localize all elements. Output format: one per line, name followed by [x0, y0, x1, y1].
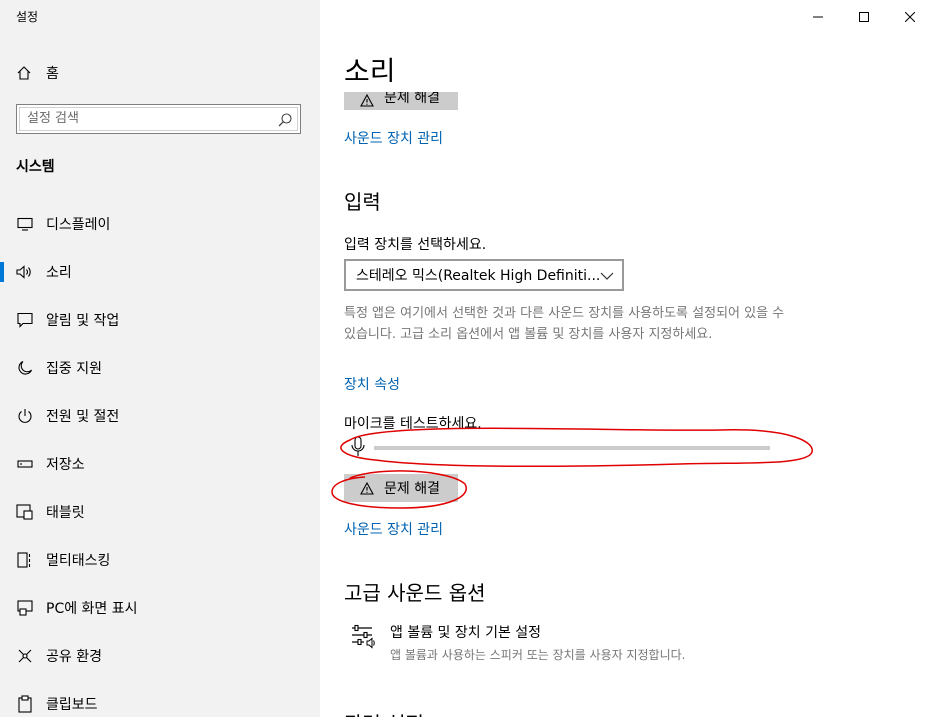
clipboard-icon: [16, 695, 34, 713]
minimize-icon: [813, 7, 823, 26]
section-title: 시스템: [16, 159, 55, 175]
sidebar-item-label: 멀티태스킹: [46, 553, 111, 569]
sidebar-item-power[interactable]: 전원 및 절전: [0, 392, 320, 440]
content-pane: 소리 문제 해결 사운드 장치 관리 입력 입력 장치를 선택하세요. 스테레오…: [320, 0, 933, 717]
sidebar-item-notifications[interactable]: 알림 및 작업: [0, 296, 320, 344]
sidebar-item-multitasking[interactable]: 멀티태스킹: [0, 536, 320, 584]
sidebar: 설정 홈 시스템 디스플레이 소리 알: [0, 0, 320, 717]
tablet-icon: [16, 503, 34, 521]
input-device-dropdown[interactable]: 스테레오 믹스(Realtek High Definiti...: [344, 259, 624, 291]
notification-icon: [16, 311, 34, 329]
input-heading: 입력: [344, 190, 381, 214]
mic-level-bar: [374, 446, 770, 450]
sidebar-item-focus[interactable]: 집중 지원: [0, 344, 320, 392]
chevron-down-icon: [600, 269, 614, 285]
display-icon: [16, 215, 34, 233]
search-input[interactable]: [27, 111, 267, 126]
share-icon: [16, 647, 34, 665]
moon-icon: [16, 359, 34, 377]
maximize-icon: [859, 7, 869, 26]
sidebar-item-label: 클립보드: [46, 697, 98, 713]
mic-test-label: 마이크를 테스트하세요.: [344, 416, 482, 432]
sidebar-item-project[interactable]: PC에 화면 표시: [0, 584, 320, 632]
troubleshoot-label: 문제 해결: [384, 481, 440, 497]
home-icon: [16, 65, 32, 81]
manage-sound-devices-link[interactable]: 사운드 장치 관리: [344, 519, 443, 539]
power-icon: [16, 407, 34, 425]
project-icon: [16, 599, 34, 617]
sidebar-item-label: 알림 및 작업: [46, 313, 120, 329]
app-volume-description: 앱 볼륨과 사용하는 스피커 또는 장치를 사용자 지정합니다.: [390, 648, 686, 662]
home-label: 홈: [46, 66, 59, 82]
troubleshoot-button[interactable]: 문제 해결: [344, 474, 458, 502]
mic-level-meter: [350, 436, 770, 460]
close-icon: [904, 7, 916, 26]
multitask-icon: [16, 551, 34, 569]
sidebar-nav: 디스플레이 소리 알림 및 작업 집중 지원 전원 및 절전 저장소 태블릿 멀…: [0, 200, 320, 728]
app-volume-settings[interactable]: 앱 볼륨 및 장치 기본 설정 앱 볼륨과 사용하는 스피커 또는 장치를 사용…: [350, 622, 685, 663]
close-button[interactable]: [887, 0, 933, 32]
warning-icon: [360, 481, 374, 495]
storage-icon: [16, 455, 34, 473]
sidebar-item-sound[interactable]: 소리: [0, 248, 320, 296]
sidebar-item-label: 전원 및 절전: [46, 409, 120, 425]
advanced-heading: 고급 사운드 옵션: [344, 581, 486, 605]
window-controls: [795, 0, 933, 32]
sidebar-item-tablet[interactable]: 태블릿: [0, 488, 320, 536]
input-device-label: 입력 장치를 선택하세요.: [344, 237, 487, 253]
speaker-icon: [16, 263, 34, 281]
search-box[interactable]: [16, 104, 301, 134]
app-volume-title: 앱 볼륨 및 장치 기본 설정: [390, 625, 542, 641]
app-title: 설정: [16, 10, 39, 24]
mixer-icon: [350, 622, 378, 650]
device-properties-link[interactable]: 장치 속성: [344, 374, 400, 394]
microphone-icon: [350, 436, 366, 462]
manage-sound-devices-link-output[interactable]: 사운드 장치 관리: [344, 128, 443, 148]
selected-device: 스테레오 믹스(Realtek High Definiti...: [356, 268, 601, 284]
sidebar-item-label: 소리: [46, 265, 72, 281]
sidebar-item-label: 디스플레이: [46, 217, 111, 233]
sidebar-item-label: PC에 화면 표시: [46, 601, 138, 617]
maximize-button[interactable]: [841, 0, 887, 32]
sidebar-item-shared[interactable]: 공유 환경: [0, 632, 320, 680]
sidebar-item-label: 태블릿: [46, 505, 85, 521]
warning-icon: [360, 94, 374, 107]
sidebar-item-display[interactable]: 디스플레이: [0, 200, 320, 248]
minimize-button[interactable]: [795, 0, 841, 32]
sidebar-item-storage[interactable]: 저장소: [0, 440, 320, 488]
sidebar-item-label: 집중 지원: [46, 361, 102, 377]
input-description: 특정 앱은 여기에서 선택한 것과 다른 사운드 장치를 사용하도록 설정되어 …: [344, 306, 785, 342]
related-settings-heading: 관련 설정: [344, 708, 424, 717]
home-nav-item[interactable]: 홈: [16, 62, 59, 84]
sidebar-item-label: 저장소: [46, 457, 85, 473]
sidebar-item-label: 공유 환경: [46, 649, 102, 665]
search-icon[interactable]: [278, 112, 292, 127]
sidebar-item-clipboard[interactable]: 클립보드: [0, 680, 320, 728]
